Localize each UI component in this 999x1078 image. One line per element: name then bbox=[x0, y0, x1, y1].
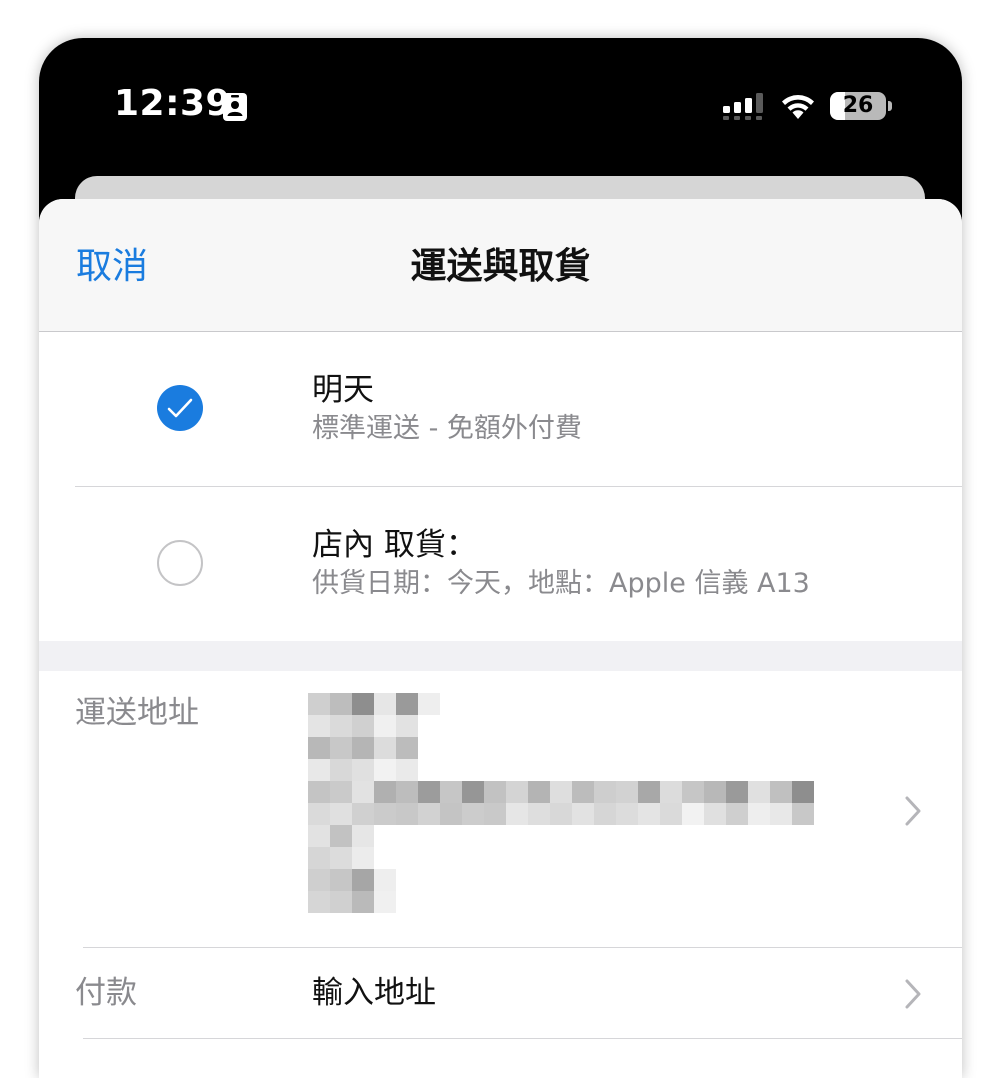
payment-label: 付款 bbox=[75, 975, 137, 1011]
option-title: 明天 bbox=[312, 372, 374, 408]
battery-icon: 26 bbox=[830, 92, 886, 120]
navigation-bar: 取消 運送與取貨 bbox=[39, 199, 962, 332]
radio-selected[interactable] bbox=[157, 385, 203, 431]
wifi-icon bbox=[782, 95, 814, 119]
cellular-signal-icon bbox=[723, 93, 763, 120]
checkmark-icon bbox=[167, 398, 193, 418]
battery-level: 26 bbox=[842, 93, 874, 118]
shipping-address-label: 運送地址 bbox=[75, 695, 199, 731]
payment-row[interactable]: 付款 輸入地址 bbox=[39, 948, 962, 1038]
payment-value: 輸入地址 bbox=[312, 975, 436, 1011]
chevron-right-icon bbox=[905, 979, 921, 1009]
status-time: 12:39 bbox=[114, 83, 232, 124]
radio-unselected[interactable] bbox=[157, 540, 203, 586]
battery-nub bbox=[888, 101, 892, 111]
divider bbox=[83, 1038, 962, 1039]
shipping-address-row[interactable]: 運送地址 bbox=[39, 671, 962, 947]
delivery-option-store-pickup[interactable]: 店內 取貨： 供貨日期：今天，地點：Apple 信義 A13 bbox=[39, 487, 962, 641]
option-subtitle: 供貨日期：今天，地點：Apple 信義 A13 bbox=[312, 568, 810, 599]
redacted-address bbox=[308, 693, 814, 913]
option-title: 店內 取貨： bbox=[312, 527, 477, 563]
option-subtitle: 標準運送 - 免額外付費 bbox=[312, 413, 582, 444]
chevron-right-icon bbox=[905, 796, 921, 826]
page-title: 運送與取貨 bbox=[410, 246, 591, 287]
phone-frame: 12:39 26 取消 運送與取貨 明天 標準運送 - 免額外付費 店內 取貨：… bbox=[39, 38, 962, 1078]
delivery-option-tomorrow[interactable]: 明天 標準運送 - 免額外付費 bbox=[39, 332, 962, 486]
section-separator bbox=[39, 641, 962, 671]
contact-card-icon bbox=[223, 93, 247, 121]
shipping-sheet: 取消 運送與取貨 明天 標準運送 - 免額外付費 店內 取貨： 供貨日期：今天，… bbox=[39, 199, 962, 1078]
